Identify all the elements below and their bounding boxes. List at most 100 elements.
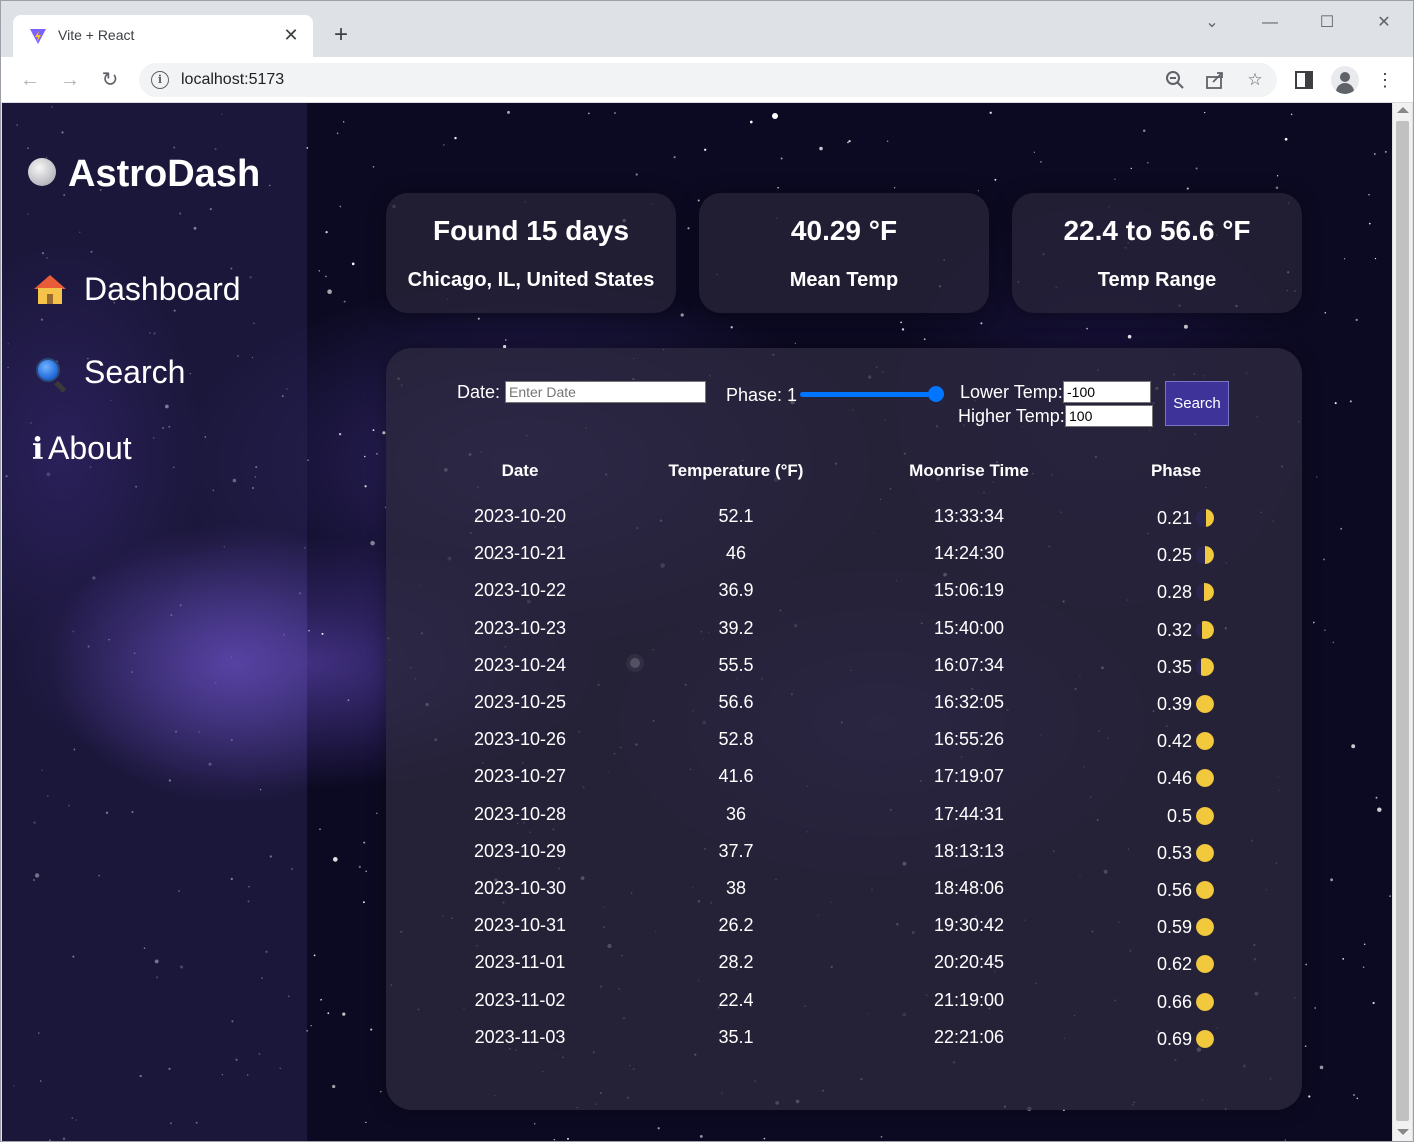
cell-temperature: 52.1 — [718, 506, 754, 526]
cell-date: 2023-10-22 — [473, 580, 567, 601]
phase-value: 0.21 — [1156, 508, 1192, 528]
date-input[interactable] — [505, 381, 706, 403]
table-row: 2023-10-24 55.5 16:07:34 0.35 — [386, 655, 1302, 691]
browser-tab[interactable]: Vite + React ✕ — [13, 15, 313, 57]
cell-moonrise: 13:33:34 — [933, 506, 1005, 526]
phase-value: 0.69 — [1156, 1028, 1192, 1049]
cell-date: 2023-10-29 — [473, 840, 567, 861]
cell-moonrise: 16:07:34 — [933, 654, 1005, 675]
minimize-icon[interactable]: — — [1255, 11, 1285, 35]
scroll-thumb[interactable] — [1396, 121, 1409, 1121]
card-value: Found 15 days — [432, 215, 630, 246]
side-panel-icon[interactable] — [1291, 67, 1317, 93]
share-icon[interactable] — [1203, 68, 1227, 92]
stat-card-temp-range: 22.4 to 56.6 °F Temp Range — [1012, 193, 1302, 313]
cell-temperature: 36.9 — [718, 580, 754, 601]
cell-temperature: 55.5 — [718, 654, 754, 675]
date-label: Date: — [457, 382, 501, 402]
site-info-icon[interactable]: i — [151, 71, 169, 89]
cell-moonrise: 14:24:30 — [933, 543, 1005, 564]
table-row: 2023-10-23 39.2 15:40:00 0.32 — [386, 618, 1302, 654]
sidebar-item-label: Search — [84, 354, 186, 390]
card-value: 22.4 to 56.6 °F — [1063, 215, 1251, 246]
menu-kebab-icon[interactable]: ⋮ — [1372, 67, 1398, 93]
close-window-icon[interactable]: ✕ — [1369, 11, 1399, 35]
address-bar[interactable]: i localhost:5173 ☆ — [139, 63, 1277, 97]
address-url[interactable]: localhost:5173 — [181, 71, 284, 89]
profile-avatar-icon[interactable] — [1331, 66, 1359, 94]
moon-phase-icon — [1196, 843, 1214, 862]
table-row: 2023-10-28 36 17:44:31 0.5 — [386, 804, 1302, 840]
lower-temp-input[interactable] — [1063, 381, 1151, 403]
column-header-moonrise: Moonrise Time — [909, 461, 1029, 480]
cell-moonrise: 16:55:26 — [933, 729, 1005, 750]
cell-phase: 0.56 — [1136, 878, 1256, 902]
cell-moonrise: 15:06:19 — [933, 580, 1005, 601]
zoom-icon[interactable] — [1163, 68, 1187, 92]
close-tab-icon[interactable]: ✕ — [279, 23, 303, 47]
card-label: Mean Temp — [789, 269, 899, 291]
table-row: 2023-10-30 38 18:48:06 0.56 — [386, 878, 1302, 914]
moon-phase-icon — [1196, 546, 1214, 565]
table-row: 2023-10-26 52.8 16:55:26 0.42 — [386, 729, 1302, 765]
bookmark-star-icon[interactable]: ☆ — [1243, 68, 1267, 92]
brand-name: AstroDash — [68, 153, 261, 195]
moon-phase-icon — [1196, 657, 1214, 676]
cell-date: 2023-10-24 — [473, 654, 567, 675]
cell-phase: 0.21 — [1136, 506, 1256, 530]
stat-card-days: Found 15 days Chicago, IL, United States — [386, 193, 676, 313]
cell-date: 2023-10-28 — [473, 803, 567, 824]
reload-icon[interactable]: ↻ — [95, 65, 125, 95]
phase-value: 0.32 — [1156, 619, 1192, 640]
cell-temperature: 52.8 — [718, 729, 754, 750]
moon-phase-icon — [1196, 955, 1214, 974]
cell-temperature: 41.6 — [718, 766, 754, 787]
card-value: 40.29 °F — [790, 215, 898, 246]
higher-temp-input[interactable] — [1065, 405, 1153, 427]
column-header-date: Date — [501, 461, 539, 480]
cell-date: 2023-10-31 — [473, 915, 567, 936]
cell-phase: 0.53 — [1136, 841, 1256, 865]
cell-date: 2023-10-30 — [473, 878, 567, 898]
table-row: 2023-11-02 22.4 21:19:00 0.66 — [386, 990, 1302, 1026]
phase-value: 0.5 — [1166, 805, 1192, 826]
cell-phase: 0.59 — [1136, 915, 1256, 939]
page-scrollbar[interactable] — [1392, 103, 1412, 1141]
scroll-up-arrow-icon[interactable] — [1397, 107, 1409, 113]
maximize-icon[interactable]: ☐ — [1312, 11, 1342, 35]
cell-phase: 0.28 — [1136, 580, 1256, 604]
sidebar-item-label: About — [48, 430, 132, 466]
tab-strip: Vite + React ✕ + ⌄ — ☐ ✕ — [1, 1, 1413, 57]
table-row: 2023-11-01 28.2 20:20:45 0.62 — [386, 952, 1302, 988]
cell-date: 2023-10-21 — [473, 543, 567, 564]
column-header-temperature: Temperature (°F) — [668, 461, 804, 480]
table-row: 2023-10-25 56.6 16:32:05 0.39 — [386, 692, 1302, 728]
moon-phase-icon — [1196, 509, 1214, 527]
cell-moonrise: 20:20:45 — [933, 952, 1005, 973]
table-row: 2023-10-27 41.6 17:19:07 0.46 — [386, 766, 1302, 802]
cell-date: 2023-10-27 — [473, 766, 567, 787]
cell-moonrise: 18:48:06 — [933, 878, 1005, 898]
slider-thumb[interactable] — [928, 386, 944, 402]
phase-value: 0.66 — [1156, 991, 1192, 1012]
scroll-down-arrow-icon[interactable] — [1397, 1129, 1409, 1135]
moon-phase-icon — [1196, 918, 1214, 937]
cell-temperature: 28.2 — [718, 952, 754, 973]
tab-search-icon[interactable]: ⌄ — [1197, 11, 1227, 35]
browser-toolbar: ← → ↻ i localhost:5173 ☆ ⋮ — [1, 57, 1413, 103]
cell-temperature: 39.2 — [718, 617, 754, 638]
table-row: 2023-10-22 36.9 15:06:19 0.28 — [386, 580, 1302, 616]
cell-phase: 0.35 — [1136, 655, 1256, 679]
phase-slider[interactable] — [800, 386, 944, 402]
moon-phase-icon — [1196, 620, 1214, 639]
cell-date: 2023-10-25 — [473, 692, 567, 712]
back-arrow-icon[interactable]: ← — [15, 65, 45, 95]
cell-phase: 0.5 — [1136, 804, 1256, 828]
cell-phase: 0.62 — [1136, 952, 1256, 976]
search-button[interactable]: Search — [1165, 381, 1229, 426]
forward-arrow-icon[interactable]: → — [55, 65, 85, 95]
new-tab-icon[interactable]: + — [327, 21, 355, 49]
phase-value: 0.62 — [1156, 954, 1192, 975]
moon-phase-icon — [1196, 695, 1214, 713]
sidebar: AstroDash Dashboard Search i About — [2, 103, 307, 1141]
